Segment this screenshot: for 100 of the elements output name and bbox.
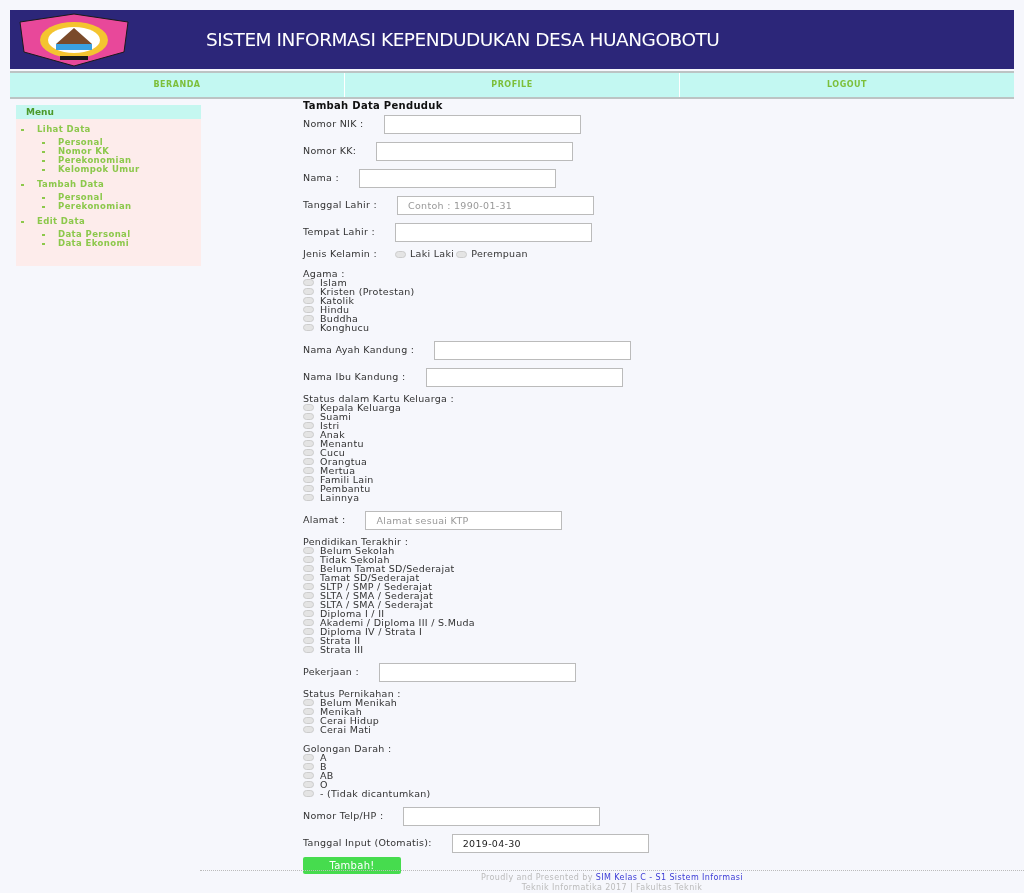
radio-label: Konghucu — [320, 323, 370, 332]
radio-button[interactable] — [395, 251, 406, 258]
radio-button[interactable] — [303, 494, 314, 501]
radio-label: Cerai Hidup — [320, 716, 380, 725]
bullet-icon — [42, 233, 45, 236]
radio-button[interactable] — [303, 476, 314, 483]
radio-button[interactable] — [303, 449, 314, 456]
menu-link[interactable]: Lihat Data — [37, 123, 91, 136]
text-field[interactable]: Alamat sesuai KTP — [365, 511, 563, 530]
radio-button[interactable] — [303, 422, 314, 429]
nav-link[interactable]: PROFILE — [344, 73, 679, 97]
radio-button[interactable] — [303, 458, 314, 465]
radio-button[interactable] — [303, 790, 314, 797]
radio-button[interactable] — [303, 781, 314, 788]
text-field[interactable] — [403, 807, 601, 826]
radio-button[interactable] — [303, 628, 314, 635]
radio-label: - (Tidak dicantumkan) — [320, 789, 431, 798]
radio-label: Cucu — [320, 448, 346, 457]
text-field[interactable] — [434, 341, 632, 360]
radio-button[interactable] — [303, 763, 314, 770]
field-label: Status Pernikahan : — [303, 689, 402, 698]
radio-label: SLTA / SMA / Sederajat — [320, 591, 434, 600]
radio-button[interactable] — [303, 754, 314, 761]
submenu-link[interactable]: Perekonomian — [58, 200, 132, 213]
bullet-icon — [42, 205, 45, 208]
radio-button[interactable] — [303, 547, 314, 554]
radio-label: Diploma I / II — [320, 609, 385, 618]
form-title: Tambah Data Penduduk — [303, 101, 444, 111]
radio-label: O — [320, 780, 328, 789]
radio-label: SLTA / SMA / Sederajat — [320, 600, 434, 609]
menu-heading: Menu — [16, 105, 201, 119]
radio-button[interactable] — [303, 565, 314, 572]
radio-button[interactable] — [303, 699, 314, 706]
radio-button[interactable] — [303, 297, 314, 304]
field-label: Nama : — [303, 171, 340, 186]
radio-button[interactable] — [303, 637, 314, 644]
field-label: Alamat : — [303, 513, 346, 528]
radio-label: Islam — [320, 278, 347, 287]
submenu-link[interactable]: Data Ekonomi — [58, 237, 130, 250]
radio-label: Orangtua — [320, 457, 368, 466]
text-field[interactable]: Contoh : 1990-01-31 — [397, 196, 594, 215]
radio-button[interactable] — [303, 601, 314, 608]
radio-button[interactable] — [303, 306, 314, 313]
radio-label: Pembantu — [320, 484, 371, 493]
bullet-icon — [42, 196, 45, 199]
radio-button[interactable] — [303, 279, 314, 286]
footer-link[interactable]: SIM Kelas C - S1 Sistem Informasi — [595, 873, 744, 882]
nav-link[interactable]: BERANDA — [10, 73, 344, 97]
text-field[interactable] — [395, 223, 592, 242]
radio-button[interactable] — [303, 288, 314, 295]
radio-button[interactable] — [303, 726, 314, 733]
radio-label: Famili Lain — [320, 475, 374, 484]
radio-button[interactable] — [303, 485, 314, 492]
menu-link[interactable]: Tambah Data — [37, 178, 105, 191]
text-field[interactable] — [379, 663, 576, 682]
radio-button[interactable] — [303, 619, 314, 626]
radio-button[interactable] — [303, 556, 314, 563]
radio-button[interactable] — [303, 772, 314, 779]
radio-label: Belum Sekolah — [320, 546, 395, 555]
radio-label: Laki Laki — [410, 247, 455, 262]
text-field[interactable] — [359, 169, 557, 188]
radio-button[interactable] — [303, 404, 314, 411]
radio-button[interactable] — [303, 440, 314, 447]
submenu-link[interactable]: Kelompok Umur — [58, 163, 140, 176]
radio-label: Akademi / Diploma III / S.Muda — [320, 618, 475, 627]
radio-button[interactable] — [303, 592, 314, 599]
radio-button[interactable] — [456, 251, 468, 258]
radio-button[interactable] — [303, 324, 314, 331]
footer-note: Teknik Informatika 2017 | Fakultas Teknik — [521, 883, 703, 892]
radio-button[interactable] — [303, 431, 314, 438]
submit-button[interactable]: Tambah! — [303, 857, 401, 874]
radio-button[interactable] — [303, 708, 314, 715]
radio-button[interactable] — [303, 574, 314, 581]
radio-label: Tamat SD/Sederajat — [320, 573, 420, 582]
radio-label: Belum Tamat SD/Sederajat — [320, 564, 455, 573]
radio-label: Strata II — [320, 636, 361, 645]
radio-label: B — [320, 762, 327, 771]
radio-button[interactable] — [303, 610, 314, 617]
radio-button[interactable] — [303, 646, 314, 653]
text-field[interactable] — [383, 115, 581, 134]
radio-label: Perempuan — [471, 247, 528, 262]
radio-label: Istri — [320, 421, 340, 430]
field-label: Tanggal Input (Otomatis): — [303, 836, 432, 851]
radio-button[interactable] — [303, 583, 314, 590]
radio-label: Lainnya — [320, 493, 360, 502]
radio-button[interactable] — [303, 413, 314, 420]
radio-button[interactable] — [303, 717, 314, 724]
bullet-icon — [21, 183, 24, 186]
radio-label: Suami — [320, 412, 352, 421]
radio-label: Diploma IV / Strata I — [320, 627, 423, 636]
field-label: Tanggal Lahir : — [303, 198, 377, 213]
nav-link[interactable]: LOGOUT — [679, 73, 1014, 97]
text-field[interactable]: 2019-04-30 — [451, 834, 649, 853]
bullet-icon — [42, 242, 45, 245]
radio-label: Belum Menikah — [320, 698, 398, 707]
text-field[interactable] — [425, 368, 623, 387]
menu-link[interactable]: Edit Data — [37, 215, 86, 228]
text-field[interactable] — [376, 142, 574, 161]
radio-button[interactable] — [303, 467, 314, 474]
radio-button[interactable] — [303, 315, 314, 322]
